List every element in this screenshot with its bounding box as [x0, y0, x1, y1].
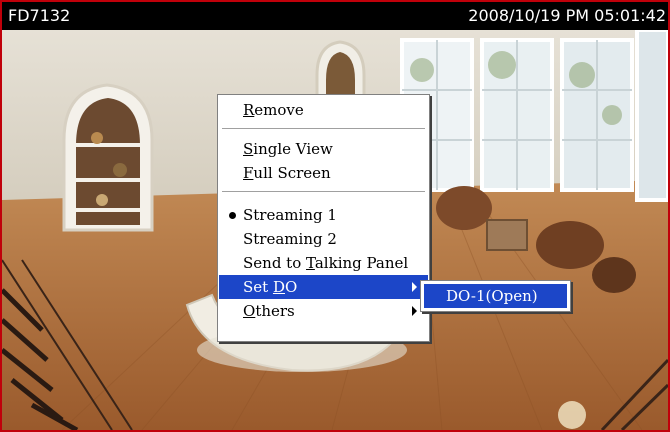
submenu-arrow-icon	[412, 282, 417, 292]
camera-title-bar: FD7132 2008/10/19 PM 05:01:42	[2, 2, 668, 30]
selected-bullet-icon	[229, 212, 236, 219]
set-do-submenu: DO-1(Open)	[420, 280, 571, 312]
menu-item-streaming-1-label: Streaming 1	[243, 206, 337, 224]
menu-item-set-do[interactable]: Set DO	[219, 275, 428, 299]
camera-viewer[interactable]: FD7132 2008/10/19 PM 05:01:42 Remove Sin…	[0, 0, 670, 432]
menu-item-send-to-talking-panel[interactable]: Send to Talking Panel	[219, 251, 428, 275]
menu-item-others[interactable]: Others	[219, 299, 428, 323]
menu-item-streaming-1[interactable]: Streaming 1	[219, 203, 428, 227]
context-menu: Remove Single View Full Screen Streaming…	[217, 94, 430, 342]
submenu-arrow-icon	[412, 306, 417, 316]
menu-item-streaming-2[interactable]: Streaming 2	[219, 227, 428, 251]
submenu-item-do-1[interactable]: DO-1(Open)	[424, 284, 567, 308]
menu-separator	[222, 191, 425, 193]
menu-item-remove[interactable]: Remove	[219, 98, 428, 122]
camera-timestamp: 2008/10/19 PM 05:01:42	[468, 6, 666, 25]
menu-separator	[222, 128, 425, 130]
menu-item-full-screen[interactable]: Full Screen	[219, 161, 428, 185]
camera-name: FD7132	[8, 6, 71, 25]
menu-item-streaming-2-label: Streaming 2	[243, 230, 337, 248]
menu-item-single-view[interactable]: Single View	[219, 137, 428, 161]
